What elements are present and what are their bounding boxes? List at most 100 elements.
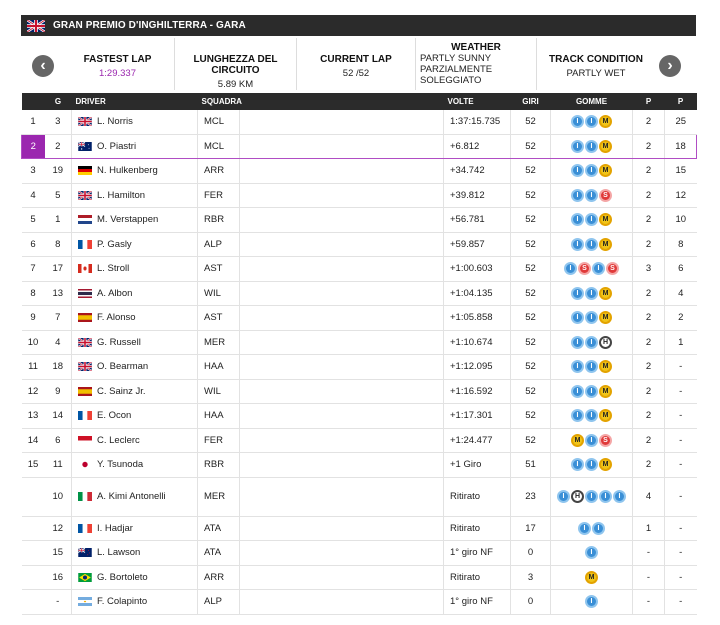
team-cell: ALP [197,589,240,615]
table-row[interactable]: 7 17 L. Stroll AST +1:00.603 52 I S I S 3 6 [21,256,697,282]
japan-flag-icon [78,460,92,470]
track-condition-label: TRACK CONDITION [549,54,643,65]
soft-tyre-icon: S [606,262,619,276]
table-row[interactable]: 15 11 Y. Tsunoda RBR +1 Giro 51 I I M 2- [21,452,697,478]
col-time-header: VOLTE [447,97,474,106]
grid-cell: 17 [44,256,72,282]
col-team-header: SQUADRA [201,97,242,106]
tyres-cell: IIM [550,354,633,380]
table-row[interactable]: 14 6 C. Leclerc FER +1:24.477 52 M I S 2- [21,428,697,453]
table-row[interactable]: 12 9 C. Sainz Jr. WIL +1:16.592 52 I I M 2- [21,379,697,404]
grid-cell: 8 [44,232,72,257]
next-arrow-icon[interactable]: › [659,55,681,77]
grid-cell: 7 [44,305,72,331]
team-cell: HAA [197,403,240,429]
intermediate-tyre-icon: I [585,595,598,609]
points-cell: 8 [664,232,697,257]
table-row[interactable]: 5 1 M. Verstappen RBR +56.781 52 I I M 2 10 [21,207,697,233]
time-cell: +1:05.858 [443,305,511,331]
pit-stops-cell: 2 [632,305,665,331]
driver-name: L. Norris [97,116,133,128]
laps-cell: 3 [510,565,551,590]
laps-cell: 52 [510,183,551,208]
intermediate-tyre-icon: I [571,409,584,423]
table-row[interactable]: 10 A. Kimi Antonelli MER Ritirato 23 I H I I I 4- [21,477,697,517]
intermediate-tyre-icon: I [585,458,598,472]
points-cell: 12 [664,183,697,208]
grid-cell: 13 [44,281,72,306]
position-cell: 4 [21,183,45,208]
previous-arrow-icon[interactable]: ‹ [32,55,54,77]
team-cell: FER [197,428,240,453]
team-cell: FER [197,183,240,208]
points-cell: - [664,589,697,615]
table-row[interactable]: 6 8 P. Gasly ALP +59.857 52 I I M 2 8 [21,232,697,257]
position-cell: 7 [21,256,45,282]
time-cell: 1° giro NF [443,540,511,566]
table-row[interactable]: 1 3 L. Norris MCL 1:37:15.735 52 I I M 2 25 [21,110,697,135]
position-cell: 6 [21,232,45,257]
intermediate-tyre-icon: I [585,335,598,349]
gap-bar-cell [239,403,444,429]
pit-stops-cell: 2 [632,354,665,380]
tyres-cell: IIM [550,379,633,404]
laps-cell: 52 [510,354,551,380]
intermediate-tyre-icon: I [599,490,612,503]
tyres-cell: IIH [550,330,633,355]
table-row[interactable]: 13 14 E. Ocon HAA +1:17.301 52 I I M 2- [21,403,697,429]
table-row[interactable]: 11 18 O. Bearman HAA +1:12.095 52 I I M 2- [21,354,697,380]
table-row[interactable]: 12 I. Hadjar ATA Ritirato 17 I I 1- [21,516,697,541]
intermediate-tyre-icon: I [592,521,605,535]
table-row[interactable]: 2 2 O. Piastri MCL +6.812 52 I I M 2 18 [21,133,697,159]
intermediate-tyre-icon: I [571,139,584,153]
time-cell: +1:00.603 [443,256,511,282]
medium-tyre-icon: M [599,237,612,251]
gap-bar-cell [239,110,444,135]
medium-tyre-icon: M [599,458,612,472]
laps-cell: 52 [510,403,551,429]
points-cell: 15 [664,158,697,184]
col-grid-header: G [54,97,62,106]
driver-name: G. Bortoleto [97,571,148,583]
laps-cell: 51 [510,452,551,478]
uk-flag-icon [77,190,93,201]
intermediate-tyre-icon: I [571,311,584,325]
laps-cell: 23 [510,477,551,517]
intermediate-tyre-icon: I [585,384,598,398]
col-pits-header: P [645,97,652,106]
intermediate-tyre-icon: I [571,213,584,227]
driver-cell: O. Bearman [71,354,198,380]
table-row[interactable]: 15 L. Lawson ATA 1° giro NF 0 I - - [21,540,697,566]
pit-stops-cell: 2 [632,281,665,306]
driver-cell: L. Lawson [71,540,198,566]
driver-name: A. Kimi Antonelli [97,491,166,502]
table-row[interactable]: - F. Colapinto ALP 1° giro NF 0 I - - [21,589,697,615]
points-cell: - [664,452,697,478]
table-row[interactable]: 9 7 F. Alonso AST +1:05.858 52 I I M 2 2 [21,305,697,331]
france-flag-icon [78,239,92,249]
tyres-cell: M [550,565,633,590]
time-cell: +1:12.095 [443,354,511,380]
points-cell: 25 [664,110,697,135]
driver-name: L. Stroll [97,263,130,275]
driver-name: L. Lawson [97,547,141,559]
team-cell: MER [197,477,240,517]
pit-stops-cell: 2 [632,403,665,429]
table-row[interactable]: 10 4 G. Russell MER +1:10.674 52 I I H 2 1 [21,330,697,355]
driver-name: O. Piastri [97,140,137,152]
intermediate-tyre-icon: I [571,360,584,374]
pit-stops-cell: 2 [632,330,665,355]
col-tyres-header: GOMME [575,97,608,106]
time-cell: Ritirato [443,516,511,541]
table-row[interactable]: 4 5 L. Hamilton FER +39.812 52 I I S 2 12 [21,183,697,208]
table-row[interactable]: 3 19 N. Hulkenberg ARR +34.742 52 I I M 2 15 [21,158,697,184]
driver-cell: L. Hamilton [71,183,198,208]
tyres-cell: I [550,589,633,615]
table-row[interactable]: 8 13 A. Albon WIL +1:04.135 52 I I M 2 4 [21,281,697,306]
argentina-flag-icon [78,597,92,607]
team-cell: AST [197,305,240,331]
table-row[interactable]: 16 G. Bortoleto ARR Ritirato 3 M - - [21,565,697,590]
points-cell: - [664,379,697,404]
col-gap-header [240,93,444,110]
driver-cell: I. Hadjar [71,516,198,541]
